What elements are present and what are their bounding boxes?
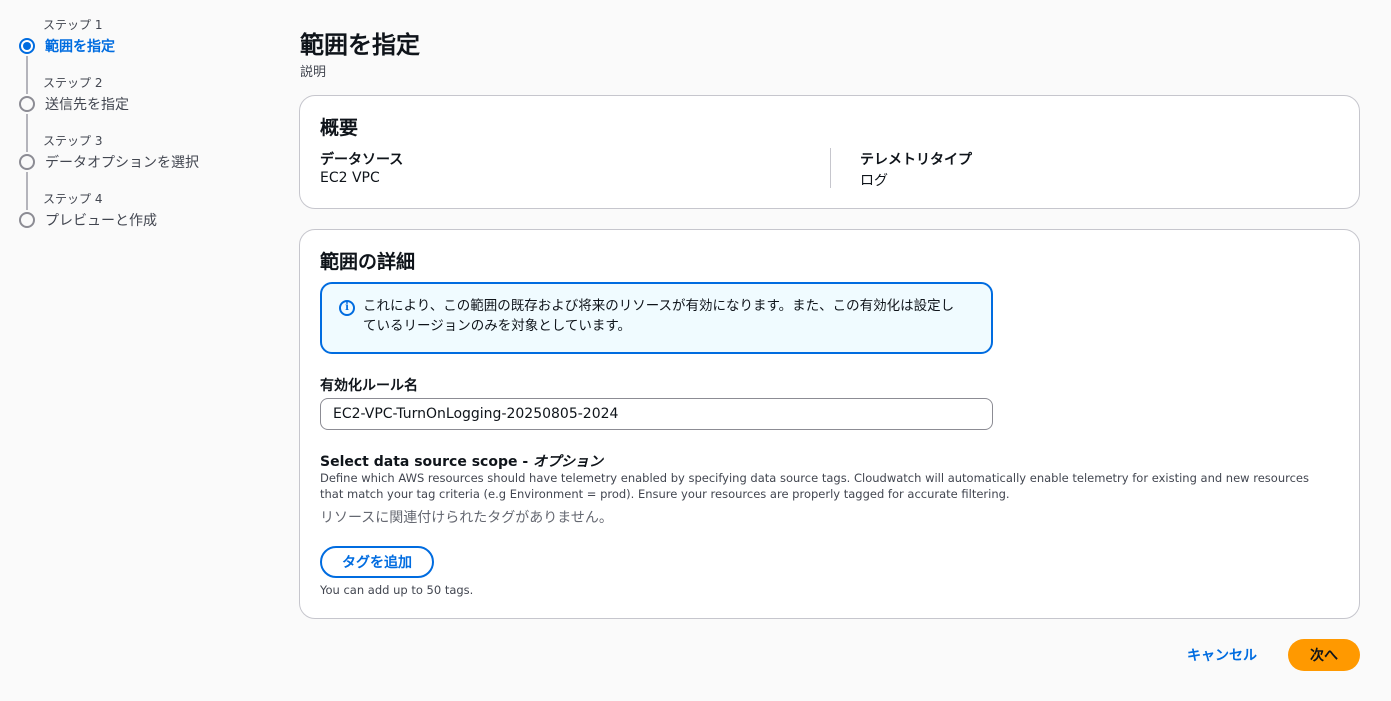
scope-description: Define which AWS resources should have t…	[320, 471, 1309, 501]
next-button[interactable]: 次へ	[1288, 639, 1360, 671]
step-active-indicator-icon	[19, 38, 35, 54]
column-divider	[830, 148, 831, 188]
step-number: ステップ 3	[43, 134, 103, 148]
rule-name-input[interactable]	[320, 398, 993, 430]
summary-card: 概要 データソース EC2 VPC テレメトリタイプ ログ	[299, 95, 1360, 209]
step-2: ステップ 2 送信先を指定	[18, 72, 258, 152]
step-1[interactable]: ステップ 1 範囲を指定	[18, 14, 258, 94]
empty-tags-message: リソースに関連付けられたタグがありません。	[320, 510, 613, 526]
step-title: プレビューと作成	[45, 213, 157, 229]
cancel-button[interactable]: キャンセル	[1170, 639, 1274, 671]
data-source-value: EC2 VPC	[320, 170, 380, 186]
add-tag-button[interactable]: タグを追加	[320, 546, 434, 578]
step-indicator-icon	[19, 96, 35, 112]
step-indicator-icon	[19, 212, 35, 228]
page-description: 説明	[300, 65, 327, 80]
scope-details-card: 範囲の詳細 i これにより、この範囲の既存および将来のリソースが有効になります。…	[299, 229, 1360, 619]
step-title: データオプションを選択	[45, 155, 199, 171]
telemetry-type-label: テレメトリタイプ	[860, 152, 972, 168]
telemetry-type-value: ログ	[860, 173, 888, 189]
info-alert-text: これにより、この範囲の既存および将来のリソースが有効になります。また、この有効化…	[363, 298, 955, 334]
wizard-stepper: ステップ 1 範囲を指定 ステップ 2 送信先を指定 ステップ 3 データオプシ…	[18, 14, 258, 246]
step-indicator-icon	[19, 154, 35, 170]
step-number: ステップ 4	[43, 192, 103, 206]
data-source-label: データソース	[320, 152, 404, 168]
scope-label-text: Select data source scope -	[320, 454, 534, 470]
step-number: ステップ 2	[43, 76, 103, 90]
step-title: 送信先を指定	[45, 97, 129, 113]
step-title[interactable]: 範囲を指定	[45, 36, 115, 56]
scope-details-title: 範囲の詳細	[320, 251, 416, 273]
info-alert: i これにより、この範囲の既存および将来のリソースが有効になります。また、この有…	[320, 282, 993, 354]
rule-name-label: 有効化ルール名	[320, 378, 418, 394]
step-4: ステップ 4 プレビューと作成	[18, 188, 258, 246]
tag-limit-hint: You can add up to 50 tags.	[320, 583, 474, 597]
step-3: ステップ 3 データオプションを選択	[18, 130, 258, 210]
info-icon: i	[339, 300, 355, 316]
step-number: ステップ 1	[43, 18, 103, 32]
scope-label: Select data source scope - オプション	[320, 451, 603, 471]
page-title: 範囲を指定	[300, 31, 420, 59]
scope-optional-text: オプション	[533, 454, 604, 470]
summary-title: 概要	[320, 117, 359, 139]
